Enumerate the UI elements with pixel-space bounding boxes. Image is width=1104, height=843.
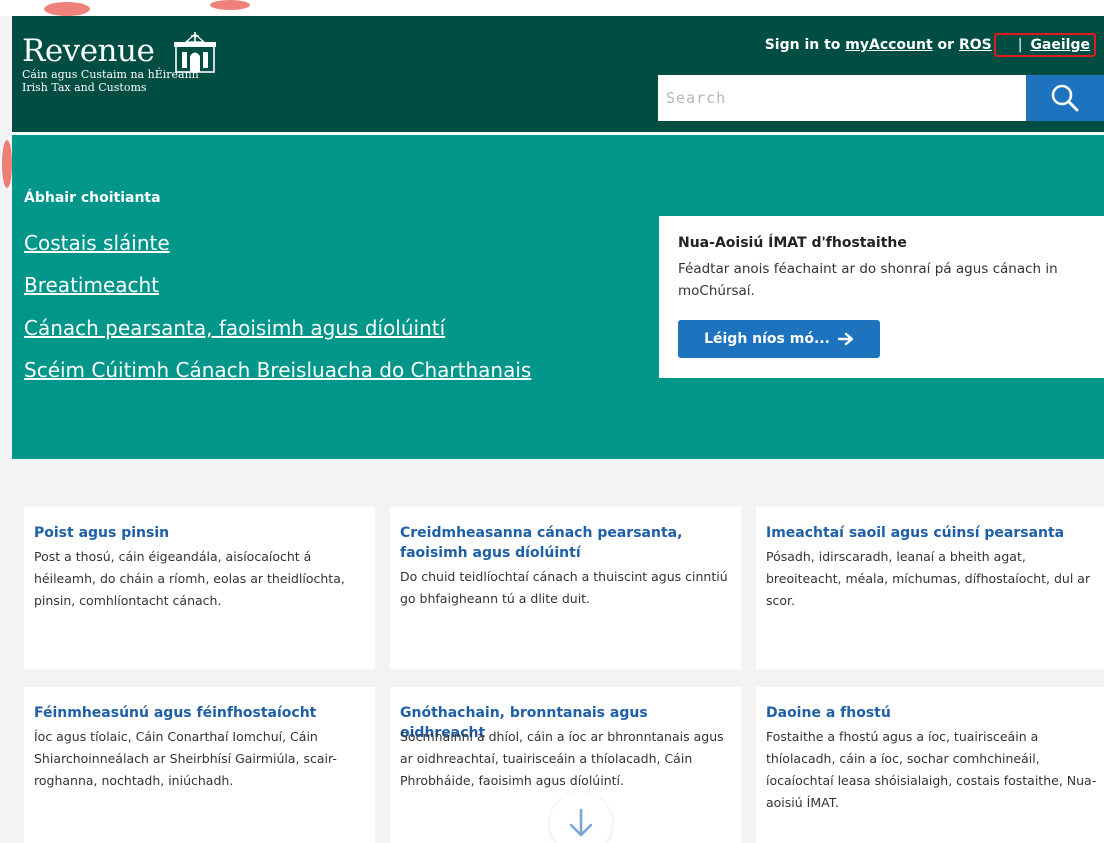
top-strip <box>0 0 1104 16</box>
or-text: or <box>937 37 955 53</box>
card-description: Íoc agus tíolaic, Cáin Conarthaí Iomchuí… <box>34 729 337 788</box>
promo-panel: Nua-Aoisiú ÍMAT d'fhostaithe Féadtar ano… <box>659 216 1104 378</box>
arrow-down-icon <box>569 808 593 837</box>
hero-link-personal-tax-credits[interactable]: Cánach pearsanta, faoisimh agus díolúint… <box>24 316 445 340</box>
arrow-right-icon <box>837 332 854 346</box>
annotation-mark <box>2 140 12 188</box>
search-icon <box>1051 84 1079 112</box>
link-separator: | <box>1017 37 1023 53</box>
read-more-label: Léigh níos mó... <box>704 331 830 347</box>
search-input[interactable] <box>658 75 1027 121</box>
logo-subtitle-english: Irish Tax and Customs <box>22 81 147 94</box>
card-title[interactable]: Daoine a fhostú <box>766 703 1101 723</box>
topic-card[interactable]: Féinmheasúnú agus féinfhostaíocht Íoc ag… <box>24 687 375 843</box>
card-title[interactable]: Imeachtaí saoil agus cúinsí pearsanta <box>766 523 1101 543</box>
harp-building-emblem-icon <box>174 32 216 73</box>
topic-card[interactable]: Imeachtaí saoil agus cúinsí pearsanta Pó… <box>756 507 1104 669</box>
myaccount-link[interactable]: myAccount <box>845 37 932 53</box>
card-title[interactable]: Féinmheasúnú agus féinfhostaíocht <box>34 703 369 723</box>
gaeilge-highlight-box: | Gaeilge <box>993 33 1096 57</box>
annotation-mark <box>44 2 90 16</box>
card-title[interactable]: Creidmheasanna cánach pearsanta, faoisim… <box>400 523 735 563</box>
ros-link[interactable]: ROS <box>959 37 992 53</box>
card-description: Sócmhainní a dhíol, cáin a íoc ar bhronn… <box>400 729 724 788</box>
card-description: Fostaithe a fhostú agus a íoc, tuairisce… <box>766 729 1097 810</box>
hero-link-health-expenses[interactable]: Costais sláinte <box>24 231 170 255</box>
topic-card[interactable]: Creidmheasanna cánach pearsanta, faoisim… <box>390 507 741 669</box>
topic-card[interactable]: Daoine a fhostú Fostaithe a fhostú agus … <box>756 687 1104 843</box>
gaeilge-link[interactable]: Gaeilge <box>1030 37 1090 53</box>
card-description: Do chuid teidlíochtaí cánach a thuiscint… <box>400 569 728 606</box>
promo-title: Nua-Aoisiú ÍMAT d'fhostaithe <box>678 235 907 251</box>
hero-heading: Ábhair choitianta <box>24 190 161 206</box>
hero-link-brexit[interactable]: Breatimeacht <box>24 273 159 297</box>
card-description: Pósadh, idirscaradh, leanaí a bheith aga… <box>766 549 1091 608</box>
sign-in-prefix: Sign in to <box>764 37 841 53</box>
promo-text: Féadtar anois féachaint ar do shonraí pá… <box>678 261 1058 299</box>
revenue-logo[interactable]: Revenue Cáin agus Custaim na hÉireann Ir… <box>22 32 222 124</box>
read-more-button[interactable]: Léigh níos mó... <box>678 320 880 358</box>
topic-card[interactable]: Poist agus pinsin Post a thosú, cáin éig… <box>24 507 375 669</box>
hero-link-charities-vat-scheme[interactable]: Scéim Cúitimh Cánach Breisluacha do Char… <box>24 358 531 382</box>
card-title[interactable]: Poist agus pinsin <box>34 523 369 543</box>
sign-in-bar: Sign in to myAccount or ROS | Gaeilge <box>764 33 1096 57</box>
annotation-mark <box>210 0 250 10</box>
card-description: Post a thosú, cáin éigeandála, aisíocaío… <box>34 549 345 608</box>
search-button[interactable] <box>1026 75 1104 121</box>
